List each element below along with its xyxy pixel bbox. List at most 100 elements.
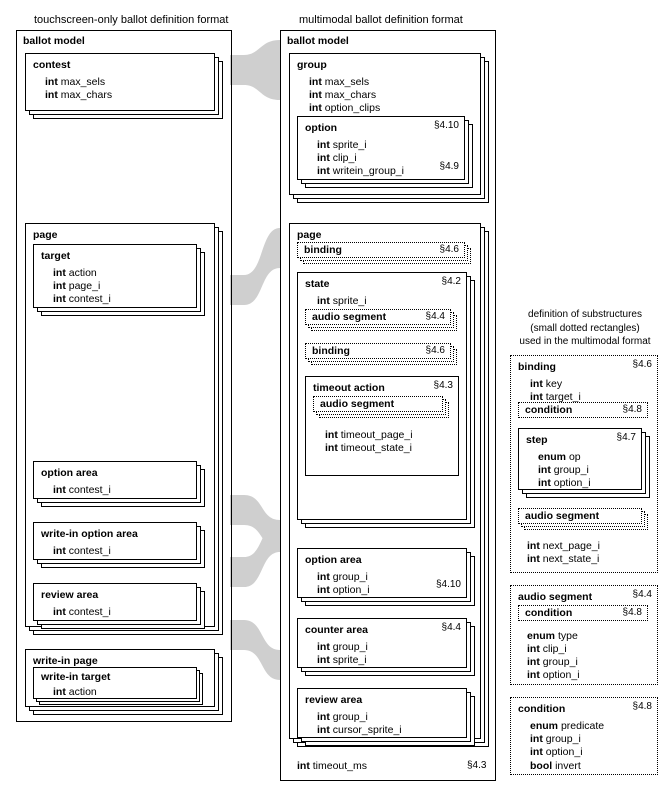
field: int option_i — [538, 477, 634, 490]
field: int option_clips — [309, 102, 473, 115]
timeout-action-block: timeout action §4.3 audio segment — [305, 376, 459, 476]
mid-column-title: multimodal ballot definition format — [299, 14, 463, 28]
substructures-note: definition of substructures (small dotte… — [510, 308, 660, 349]
field: int sprite_i — [317, 654, 459, 667]
section-ref: §4.8 — [623, 404, 642, 417]
section-ref: §4.4 — [633, 589, 652, 602]
review-area-title: review area — [305, 694, 362, 706]
field: int sprite_i — [317, 295, 459, 308]
binding-title: binding — [304, 244, 342, 256]
audio-seg-title: audio segment — [312, 311, 386, 323]
timeout-action-title: timeout action — [313, 382, 385, 394]
writein-target-title: write-in target — [41, 671, 110, 683]
def-binding: binding §4.6 int key int target_i condit… — [510, 355, 658, 573]
field: int max_chars — [45, 89, 207, 102]
field: int next_page_i — [527, 540, 600, 553]
page-title: page — [297, 229, 322, 241]
field: bool invert — [530, 760, 650, 773]
contest-stack: contest int max_sels int max_chars — [25, 53, 223, 119]
option-stack: option §4.10 int sprite_i int clip_i int… — [297, 116, 473, 188]
field: int contest_i — [53, 293, 189, 306]
writein-target-stack: write-in target int action — [33, 667, 205, 705]
section-ref: §4.8 — [633, 701, 652, 714]
field: int max_chars — [309, 89, 473, 102]
step-title: step — [526, 434, 548, 446]
page-title: page — [33, 229, 58, 241]
condition-title: condition — [525, 607, 572, 619]
section-ref: §4.7 — [617, 432, 636, 445]
field: int contest_i — [53, 545, 189, 558]
option-title: option — [305, 122, 337, 134]
field: int group_i — [527, 656, 580, 669]
ballot-model-title: ballot model — [23, 35, 225, 48]
left-review-area-stack: review area int contest_i — [33, 583, 205, 629]
audio-seg-title: audio segment — [518, 591, 592, 603]
field: int key — [530, 378, 650, 391]
binding-stack-inner: binding §4.6 — [305, 343, 459, 365]
field: int option_i — [527, 669, 580, 682]
field: int max_sels — [309, 76, 473, 89]
timeout-audio-stack: audio segment — [313, 396, 451, 418]
section-ref: §4.6 — [633, 359, 652, 372]
section-ref: §4.10 — [436, 579, 461, 592]
field: int group_i — [317, 711, 459, 724]
field: int cursor_sprite_i — [317, 724, 459, 737]
mid-ballot-model: ballot model group int max_sels int max_… — [280, 30, 496, 781]
field: int contest_i — [53, 484, 189, 497]
section-ref: §4.8 — [623, 607, 642, 620]
field: int clip_i — [317, 152, 457, 165]
flow-arrows — [230, 40, 280, 780]
condition-title: condition — [518, 703, 565, 715]
condition-title: condition — [525, 404, 572, 416]
option-area-title: option area — [41, 467, 98, 479]
writein-page-title: write-in page — [33, 655, 98, 667]
counter-area-title: counter area — [305, 624, 368, 636]
section-ref: §4.6 — [440, 244, 459, 257]
field: int sprite_i — [317, 139, 457, 152]
field: int contest_i — [53, 606, 189, 619]
section-ref: §4.3 — [434, 380, 453, 393]
contest-title: contest — [33, 59, 70, 71]
section-ref: §4.2 — [442, 276, 461, 289]
binding-stack-top: binding §4.6 — [297, 242, 473, 264]
field: enum type — [527, 630, 580, 643]
field: int option_i — [530, 746, 650, 759]
field: int page_i — [53, 280, 189, 293]
left-option-area-stack: option area int contest_i — [33, 461, 205, 507]
field: int group_i — [317, 641, 459, 654]
field: int writein_group_i — [317, 165, 457, 178]
field: enum op — [538, 451, 634, 464]
field: int action — [53, 686, 189, 699]
section-ref: §4.3 — [467, 760, 486, 773]
left-ballot-model: ballot model contest int max_sels int ma… — [16, 30, 232, 722]
mid-option-area-stack: option area int group_i int option_i §4.… — [297, 548, 475, 606]
group-title: group — [297, 59, 327, 71]
counter-area-stack: counter area §4.4 int group_i int sprite… — [297, 618, 475, 676]
audio-seg-title: audio segment — [320, 398, 394, 410]
field: int timeout_state_i — [325, 442, 451, 455]
writein-option-title: write-in option area — [41, 528, 138, 540]
field: int group_i — [538, 464, 634, 477]
target-title: target — [41, 250, 70, 262]
mid-page-stack: page binding §4.6 state §4.2 int sprite_… — [289, 223, 489, 747]
def-condition: condition §4.8 enum predicate int group_… — [510, 697, 658, 775]
field: int next_state_i — [527, 553, 600, 566]
target-stack: target int action int page_i int contest… — [33, 244, 205, 316]
section-ref: §4.4 — [426, 311, 445, 324]
field: int group_i — [530, 733, 650, 746]
field: int timeout_ms — [297, 760, 367, 773]
state-stack: state §4.2 int sprite_i audio segment §4… — [297, 272, 475, 528]
left-column-title: touchscreen-only ballot definition forma… — [34, 14, 228, 28]
field: int timeout_page_i — [325, 429, 451, 442]
field: int clip_i — [527, 643, 580, 656]
group-stack: group int max_sels int max_chars int opt… — [289, 53, 489, 203]
section-ref: §4.6 — [426, 345, 445, 358]
binding-title: binding — [312, 345, 350, 357]
binding-title: binding — [518, 361, 556, 373]
field: int max_sels — [45, 76, 207, 89]
state-title: state — [305, 278, 330, 290]
left-page-stack: page target int action int page_i int co… — [25, 223, 223, 635]
section-ref: §4.4 — [442, 622, 461, 635]
step-stack: step §4.7 enum op int group_i int option… — [518, 428, 650, 498]
section-ref: §4.9 — [440, 161, 459, 174]
